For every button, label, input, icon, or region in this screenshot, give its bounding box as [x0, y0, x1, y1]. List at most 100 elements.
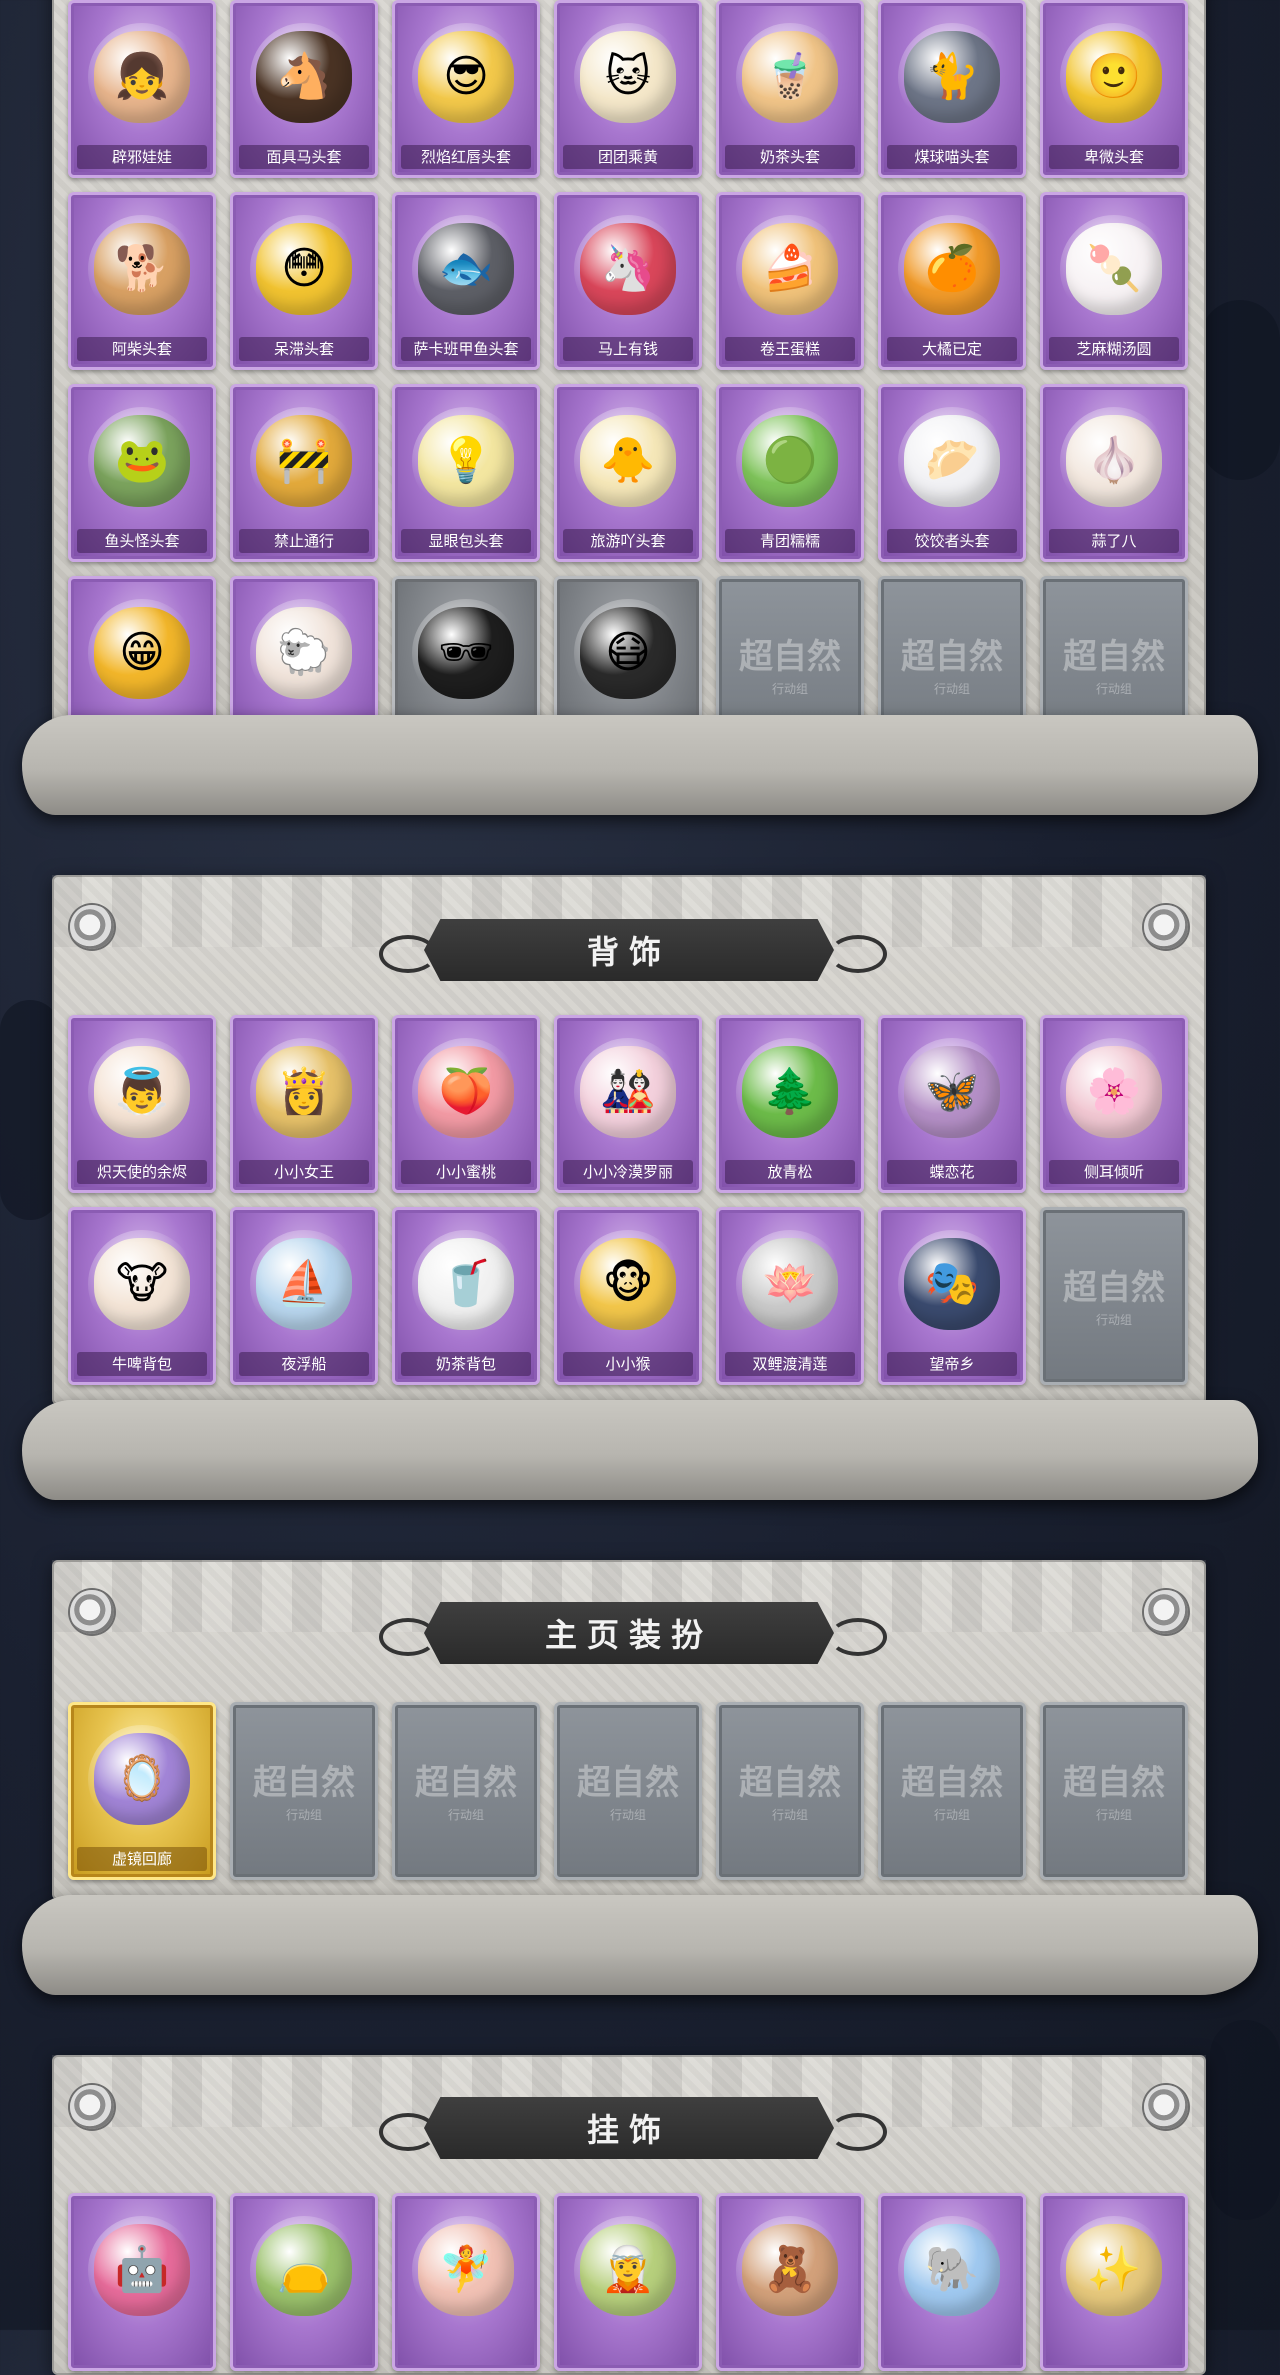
item-card[interactable]: 🐴 面具马头套 [230, 0, 378, 178]
corner-medal-icon [70, 905, 114, 949]
item-card[interactable]: 🎭 望帝乡 [878, 1207, 1026, 1385]
item-card[interactable]: 🍡 芝麻糊汤圆 [1040, 192, 1188, 370]
item-card[interactable]: 😳 呆滞头套 [230, 192, 378, 370]
cow-barrel-icon: 🐮 [88, 1230, 196, 1338]
watermark-logo: 超自然 行动组 [739, 1763, 841, 1822]
watermark-logo: 超自然 行动组 [1063, 637, 1165, 696]
corner-medal-icon [1144, 1590, 1188, 1634]
item-card[interactable]: 🐈 煤球喵头套 [878, 0, 1026, 178]
sheep-crown-icon: 🐑 [250, 599, 358, 707]
item-card[interactable]: 👧 辟邪娃娃 [68, 0, 216, 178]
item-card[interactable]: 🐘 [878, 2193, 1026, 2371]
traffic-cone-icon: 🚧 [250, 407, 358, 515]
pendant-grid: 🤖 👝 🧚 🧝 🧸 🐘 ✨ [68, 2193, 1188, 2371]
watermark-logo: 超自然 行动组 [253, 1763, 355, 1822]
ghost-ship-icon: ⛵ [250, 1230, 358, 1338]
item-card[interactable]: 🦄 马上有钱 [554, 192, 702, 370]
empty-item-slot[interactable]: 超自然 行动组 [392, 1702, 540, 1880]
item-card[interactable]: 👼 炽天使的余烬 [68, 1015, 216, 1193]
watermark-logo: 超自然 行动组 [1063, 1268, 1165, 1327]
item-card[interactable]: 🍰 卷王蛋糕 [716, 192, 864, 370]
watermark-logo: 超自然 行动组 [739, 637, 841, 696]
item-label: 烈焰红唇头套 [401, 145, 531, 169]
grin-face-icon: 😁 [88, 599, 196, 707]
item-card[interactable]: 🌸 侧耳倾听 [1040, 1015, 1188, 1193]
queen-doll-icon: 👸 [250, 1038, 358, 1146]
watermark-logo: 超自然 行动组 [1063, 1763, 1165, 1822]
item-label: 小小冷漠罗丽 [563, 1160, 693, 1184]
item-card[interactable]: ⛵ 夜浮船 [230, 1207, 378, 1385]
item-card[interactable]: 🤖 [68, 2193, 216, 2371]
empty-item-slot[interactable]: 超自然 行动组 [1040, 1207, 1188, 1385]
item-card[interactable]: 😎 烈焰红唇头套 [392, 0, 540, 178]
watermark-logo: 超自然 行动组 [415, 1763, 517, 1822]
item-card[interactable]: 🪞 虚镜回廊 [68, 1702, 216, 1880]
corner-medal-icon [70, 2085, 114, 2129]
item-card[interactable]: 🌲 放青松 [716, 1015, 864, 1193]
item-label: 牛啤背包 [77, 1352, 207, 1376]
item-card[interactable]: 🐱 团团乘黄 [554, 0, 702, 178]
item-card[interactable]: 🐵 小小猴 [554, 1207, 702, 1385]
rice-ball-icon: 🍡 [1060, 215, 1168, 323]
scroll-base [22, 1895, 1258, 1995]
item-label: 辟邪娃娃 [77, 145, 207, 169]
item-label: 旅游吖头套 [563, 529, 693, 553]
golden-charm-icon: ✨ [1060, 2216, 1168, 2324]
smiley-head-icon: 🙂 [1060, 23, 1168, 131]
item-card[interactable]: 🐸 鱼头怪头套 [68, 384, 216, 562]
item-card[interactable]: 🍑 小小蜜桃 [392, 1015, 540, 1193]
item-card[interactable]: 🧝 [554, 2193, 702, 2371]
item-card[interactable]: 💡 显眼包头套 [392, 384, 540, 562]
item-card[interactable]: 🥟 饺饺者头套 [878, 384, 1026, 562]
item-card[interactable]: 🧸 [716, 2193, 864, 2371]
background-decoration [1200, 300, 1280, 480]
peach-icon: 🍑 [412, 1038, 520, 1146]
item-card[interactable]: 🧋 奶茶头套 [716, 0, 864, 178]
watermark-logo: 超自然 行动组 [901, 637, 1003, 696]
homepage-panel: 主页装扮 🪞 虚镜回廊 超自然 行动组 超自然 行动组 超自然 行动组 超自然 行动组 超自然 行动组… [52, 1560, 1206, 1900]
elf-charm-icon: 🧝 [574, 2216, 682, 2324]
item-card[interactable]: 🐮 牛啤背包 [68, 1207, 216, 1385]
item-label: 马上有钱 [563, 337, 693, 361]
item-card[interactable]: 🙂 卑微头套 [1040, 0, 1188, 178]
item-label: 奶茶头套 [725, 145, 855, 169]
item-card[interactable]: 🐕 阿柴头套 [68, 192, 216, 370]
item-label: 青团糯糯 [725, 529, 855, 553]
empty-item-slot[interactable]: 超自然 行动组 [878, 1702, 1026, 1880]
item-card[interactable]: 🐟 萨卡班甲鱼头套 [392, 192, 540, 370]
item-card[interactable]: ✨ [1040, 2193, 1188, 2371]
item-card[interactable]: 🧄 蒜了八 [1040, 384, 1188, 562]
empty-item-slot[interactable]: 超自然 行动组 [1040, 1702, 1188, 1880]
empty-item-slot[interactable]: 超自然 行动组 [716, 1702, 864, 1880]
item-card[interactable]: 🎎 小小冷漠罗丽 [554, 1015, 702, 1193]
fish-head-icon: 🐟 [412, 215, 520, 323]
gas-mask-icon: 😷 [574, 599, 682, 707]
item-card[interactable]: 🦋 蝶恋花 [878, 1015, 1026, 1193]
item-card[interactable]: 🍊 大橘已定 [878, 192, 1026, 370]
item-card[interactable]: 🚧 禁止通行 [230, 384, 378, 562]
item-label: 禁止通行 [239, 529, 369, 553]
item-label: 小小女王 [239, 1160, 369, 1184]
item-label: 虚镜回廊 [77, 1847, 207, 1871]
item-label: 小小蜜桃 [401, 1160, 531, 1184]
item-label: 望帝乡 [887, 1352, 1017, 1376]
item-card[interactable]: 🐥 旅游吖头套 [554, 384, 702, 562]
item-card[interactable]: 👸 小小女王 [230, 1015, 378, 1193]
item-card[interactable]: 🥤 奶茶背包 [392, 1207, 540, 1385]
mirror-card-icon: 🪞 [88, 1725, 196, 1833]
lolita-doll-icon: 🎎 [574, 1038, 682, 1146]
pouch-charm-icon: 👝 [250, 2216, 358, 2324]
dumpling-icon: 🥟 [898, 407, 1006, 515]
section-title-back: 背饰 [424, 919, 834, 981]
item-card[interactable]: 🟢 青团糯糯 [716, 384, 864, 562]
item-card[interactable]: 🪷 双鲤渡清莲 [716, 1207, 864, 1385]
empty-item-slot[interactable]: 超自然 行动组 [554, 1702, 702, 1880]
item-card[interactable]: 🧚 [392, 2193, 540, 2371]
cat-head-icon: 🐱 [574, 23, 682, 131]
item-label: 阿柴头套 [77, 337, 207, 361]
item-card[interactable]: 👝 [230, 2193, 378, 2371]
empty-item-slot[interactable]: 超自然 行动组 [230, 1702, 378, 1880]
blank-face-icon: 😳 [250, 215, 358, 323]
item-label: 卷王蛋糕 [725, 337, 855, 361]
homepage-grid: 🪞 虚镜回廊 超自然 行动组 超自然 行动组 超自然 行动组 超自然 行动组 超自然 行动组 超自然 行动… [68, 1702, 1188, 1880]
